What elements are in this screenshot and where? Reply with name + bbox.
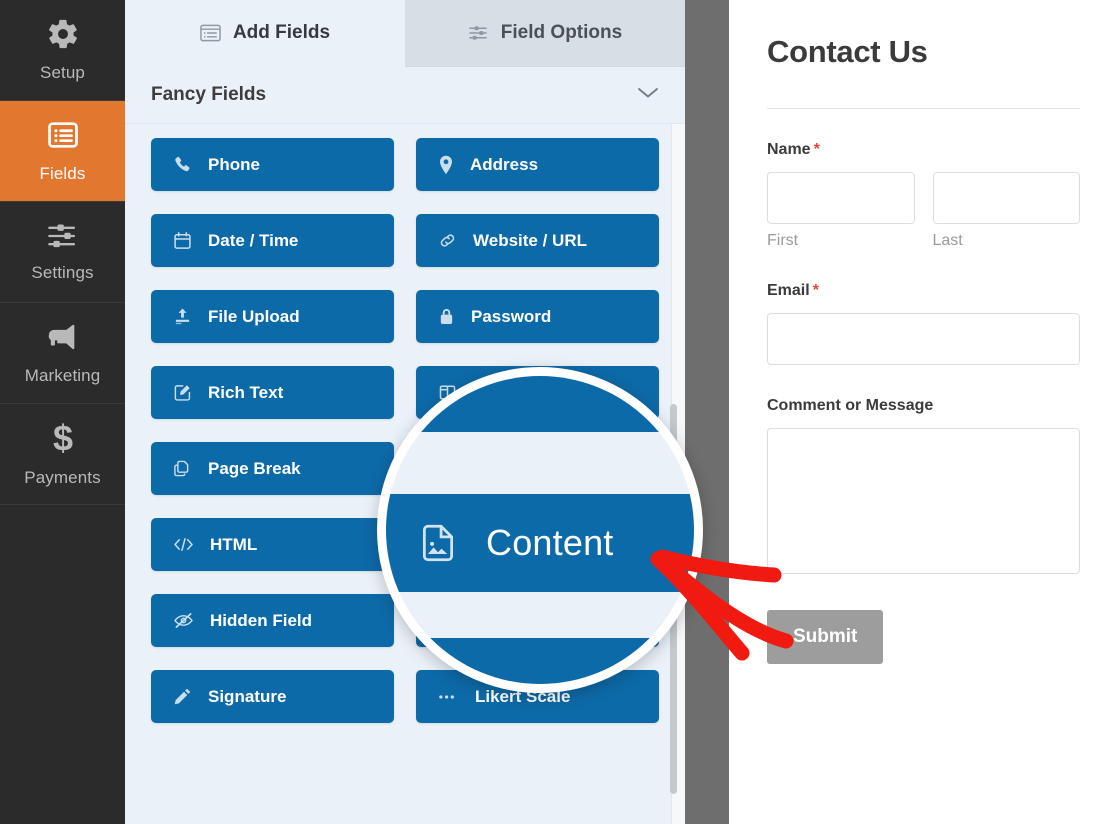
magnified-field-button-content[interactable]: Content xyxy=(386,494,694,592)
phone-icon xyxy=(173,155,192,174)
panel-tabs: Add Fields Field Options xyxy=(125,0,685,67)
svg-text:$: $ xyxy=(52,420,72,456)
comment-textarea[interactable] xyxy=(767,428,1080,574)
chevron-down-icon[interactable] xyxy=(637,86,659,104)
field-label-text: Email xyxy=(767,282,810,299)
sub-label-last: Last xyxy=(932,232,963,249)
submit-button[interactable]: Submit xyxy=(767,610,884,664)
dollar-icon: $ xyxy=(46,417,80,461)
page-title: Contact Us xyxy=(767,34,928,69)
required-marker: * xyxy=(813,141,820,158)
field-button-phone[interactable]: Phone xyxy=(151,138,394,191)
field-button-label: File Upload xyxy=(208,306,300,326)
field-label: Email * xyxy=(767,282,1080,300)
section-header-fancy-fields[interactable]: Fancy Fields xyxy=(125,67,685,124)
field-button-label: Phone xyxy=(208,154,260,174)
field-button-html[interactable]: HTML xyxy=(151,518,394,571)
field-button-label: Website / URL xyxy=(473,230,587,250)
required-marker: * xyxy=(812,282,819,299)
sidebar-item-marketing[interactable]: Marketing xyxy=(0,303,125,404)
tab-label: Add Fields xyxy=(232,22,331,43)
field-button-page-break[interactable]: Page Break xyxy=(151,442,394,495)
tab-field-options[interactable]: Field Options xyxy=(405,0,685,67)
sub-label-first: First xyxy=(767,232,799,249)
preview-field-name: Name * First Last xyxy=(767,141,1080,250)
last-name-input[interactable] xyxy=(932,172,1080,224)
sidebar-item-label: Setup xyxy=(40,63,85,82)
field-button-label: HTML xyxy=(210,534,258,554)
code-icon xyxy=(173,536,194,553)
sidebar-item-setup[interactable]: Setup xyxy=(0,0,125,101)
section-title: Fancy Fields xyxy=(151,84,267,105)
fields-list-icon xyxy=(200,24,221,42)
sidebar-item-fields[interactable]: Fields xyxy=(0,101,125,202)
field-button-label: Rich Text xyxy=(208,382,284,402)
field-label: Name * xyxy=(767,141,1080,159)
pen-icon xyxy=(173,687,192,706)
list-icon xyxy=(46,118,80,157)
name-sublabels: First Last xyxy=(767,224,1080,250)
field-label-text: Comment or Message xyxy=(767,397,934,414)
link-icon xyxy=(438,231,457,250)
gear-icon xyxy=(46,17,80,56)
field-label: Comment or Message xyxy=(767,397,1080,415)
magnified-button-label: Content xyxy=(486,522,614,563)
preview-field-email: Email * xyxy=(767,282,1080,365)
sidebar-item-label: Marketing xyxy=(24,366,101,385)
dots-icon xyxy=(438,693,459,701)
email-field[interactable] xyxy=(767,313,1080,365)
preview-field-comment: Comment or Message xyxy=(767,397,1080,574)
field-button-signature[interactable]: Signature xyxy=(151,670,394,723)
field-button-password[interactable]: Password xyxy=(416,290,659,343)
field-button-label: Password xyxy=(471,306,552,326)
sliders-icon xyxy=(46,221,80,256)
tab-add-fields[interactable]: Add Fields xyxy=(125,0,405,67)
lock-icon xyxy=(438,307,455,326)
field-button-hidden-field[interactable]: Hidden Field xyxy=(151,594,394,647)
pencil-box-icon xyxy=(173,383,192,402)
sliders-icon xyxy=(468,24,489,42)
sidebar-item-label: Settings xyxy=(31,263,94,282)
sidebar-item-payments[interactable]: $ Payments xyxy=(0,404,125,505)
calendar-icon xyxy=(173,231,192,250)
form-preview: Contact Us Name * First Last Email * Com… xyxy=(729,0,1116,824)
sidebar-item-label: Fields xyxy=(39,164,86,183)
field-button-address[interactable]: Address xyxy=(416,138,659,191)
magnifier-loupe: Content xyxy=(377,367,703,693)
pages-icon xyxy=(173,459,192,478)
primary-sidebar: Setup Fields Settings Marketing $ Paymen… xyxy=(0,0,125,824)
megaphone-icon xyxy=(45,320,81,359)
name-inputs-row xyxy=(767,172,1080,224)
form-builder-app: Setup Fields Settings Marketing $ Paymen… xyxy=(0,0,1116,824)
eye-slash-icon xyxy=(173,612,194,629)
field-label-text: Name xyxy=(767,141,811,158)
upload-icon xyxy=(173,307,192,326)
magnified-button-above xyxy=(386,376,694,432)
title-divider xyxy=(767,108,1080,109)
field-button-label: Address xyxy=(470,154,539,174)
tab-label: Field Options xyxy=(500,22,623,43)
sidebar-item-label: Payments xyxy=(24,468,101,487)
magnifier-content: Content xyxy=(386,376,694,684)
field-button-file-upload[interactable]: File Upload xyxy=(151,290,394,343)
email-input-row xyxy=(767,313,1080,365)
field-button-label: Date / Time xyxy=(208,230,299,250)
sidebar-item-settings[interactable]: Settings xyxy=(0,202,125,303)
map-pin-icon xyxy=(438,155,454,175)
field-button-label: Signature xyxy=(208,686,287,706)
field-button-rich-text[interactable]: Rich Text xyxy=(151,366,394,419)
image-doc-icon xyxy=(416,521,460,565)
field-button-label: Hidden Field xyxy=(210,610,312,630)
field-button-date-time[interactable]: Date / Time xyxy=(151,214,394,267)
first-name-input[interactable] xyxy=(767,172,915,224)
field-button-website-url[interactable]: Website / URL xyxy=(416,214,659,267)
field-button-label: Page Break xyxy=(208,458,301,478)
